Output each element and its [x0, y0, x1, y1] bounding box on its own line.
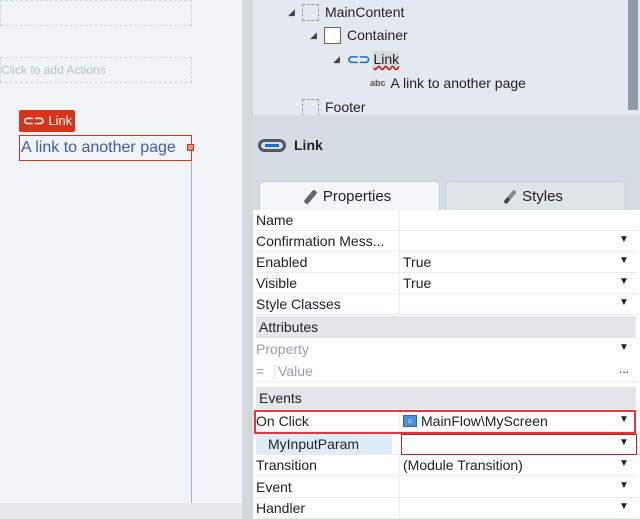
link-icon: ⊂⊃ [23, 113, 45, 128]
property-value[interactable]: (Module Transition) [403, 457, 523, 473]
placeholder-area[interactable] [0, 0, 192, 26]
attribute-value-input[interactable]: Value [274, 363, 313, 379]
section-events: Events [256, 387, 636, 409]
property-row-name[interactable]: Name [253, 210, 638, 231]
property-grid: Name Confirmation Mess... ▼ Enabled True ▼ … [253, 210, 640, 519]
tab-label: Styles [522, 188, 563, 205]
tree-label: MainContent [325, 4, 405, 20]
property-label: Event [256, 479, 292, 495]
tree-scrollbar[interactable] [628, 0, 638, 110]
property-row-handler[interactable]: Handler ▼ [253, 498, 638, 519]
property-label: Name [256, 212, 294, 228]
container-icon [324, 26, 341, 44]
section-header: Events [259, 390, 302, 406]
property-row-confirmation[interactable]: Confirmation Mess... ▼ [253, 231, 638, 252]
tab-styles[interactable]: Styles [445, 181, 626, 211]
link-icon [258, 138, 286, 152]
property-value[interactable] [401, 434, 637, 455]
tab-properties[interactable]: Properties [259, 181, 440, 211]
property-row-transition[interactable]: Transition (Module Transition) ▼ [253, 455, 638, 476]
attribute-property-row[interactable]: Property ▼ [253, 339, 638, 360]
property-label: Style Classes [256, 296, 341, 312]
widget-badge: ⊂⊃ Link [19, 110, 75, 132]
link-text: A link to another page [21, 139, 176, 156]
dropdown-arrow-icon[interactable]: ▼ [619, 297, 629, 308]
widget-tree: ◢ MainContent ◢ Container ◢ ⊂⊃ Link abc A lin… [253, 0, 640, 116]
dropdown-arrow-icon[interactable]: ▼ [619, 437, 629, 448]
app-window: Click to add Actions ⊂⊃ Link A link to a… [0, 0, 640, 519]
property-row-style-classes[interactable]: Style Classes ▼ [253, 294, 638, 315]
canvas-bottom-bar [0, 503, 242, 519]
panel-splitter[interactable] [242, 0, 253, 519]
container-outline [191, 135, 192, 505]
dropdown-arrow-icon[interactable]: ▼ [619, 458, 629, 469]
property-label: MyInputParam [256, 434, 392, 454]
dropdown-arrow-icon[interactable]: ▼ [619, 255, 629, 266]
property-row-event[interactable]: Event ▼ [253, 477, 638, 498]
section-header: Attributes [259, 319, 319, 335]
expand-icon[interactable]: ◢ [288, 7, 302, 18]
property-row-enabled[interactable]: Enabled True ▼ [253, 252, 638, 273]
dropdown-arrow-icon[interactable]: ▼ [619, 501, 629, 512]
tab-label: Properties [322, 188, 392, 205]
property-row-myinputparam[interactable]: MyInputParam ▼ [253, 434, 638, 455]
tree-label: Container [347, 27, 408, 43]
properties-title: Link [294, 137, 323, 153]
property-row-visible[interactable]: Visible True ▼ [253, 273, 638, 294]
dropdown-arrow-icon[interactable]: ▼ [619, 342, 629, 353]
actions-placeholder[interactable]: Click to add Actions [0, 57, 192, 83]
tree-label: Link [373, 51, 400, 67]
ellipsis-button[interactable]: ... [619, 362, 629, 376]
dropdown-arrow-icon[interactable]: ▼ [619, 234, 629, 245]
placeholder-icon [302, 98, 319, 116]
design-canvas[interactable]: Click to add Actions ⊂⊃ Link A link to a… [0, 0, 242, 519]
tree-item-container[interactable]: ◢ Container [310, 24, 408, 46]
tree-label: A link to another page [390, 75, 526, 91]
tree-item-link[interactable]: ◢ ⊂⊃ Link [333, 48, 400, 70]
wrench-icon [303, 188, 318, 205]
tree-label: Footer [325, 99, 366, 115]
section-attributes: Attributes [256, 316, 636, 338]
property-label: Enabled [256, 254, 308, 270]
property-label: Confirmation Mess... [256, 233, 385, 249]
placeholder-icon [302, 3, 319, 21]
property-value[interactable]: True [403, 275, 431, 291]
property-label: Visible [256, 275, 297, 291]
property-label: Transition [256, 457, 317, 473]
tree-item-maincontent[interactable]: ◢ MainContent [288, 1, 404, 23]
highlight-box [254, 410, 636, 434]
equals-sign: = [256, 363, 265, 379]
brush-icon [503, 189, 517, 204]
attribute-value-row[interactable]: = Value... [253, 361, 638, 382]
selected-link-widget[interactable]: A link to another page [19, 135, 192, 161]
expand-icon[interactable]: ◢ [333, 54, 347, 65]
link-icon: ⊂⊃ [347, 50, 371, 67]
dropdown-arrow-icon[interactable]: ▼ [619, 480, 629, 491]
actions-placeholder-text: Click to add Actions [1, 63, 106, 77]
text-icon: abc [370, 78, 386, 88]
dropdown-arrow-icon[interactable]: ▼ [619, 276, 629, 287]
property-value[interactable]: True [403, 254, 431, 270]
property-label: Handler [256, 500, 306, 516]
widget-badge-label: Link [48, 113, 73, 128]
resize-handle[interactable] [187, 144, 194, 151]
expand-icon[interactable]: ◢ [310, 30, 324, 41]
attribute-property-input[interactable]: Property [256, 341, 309, 357]
tree-item-text[interactable]: abc A link to another page [370, 72, 526, 94]
